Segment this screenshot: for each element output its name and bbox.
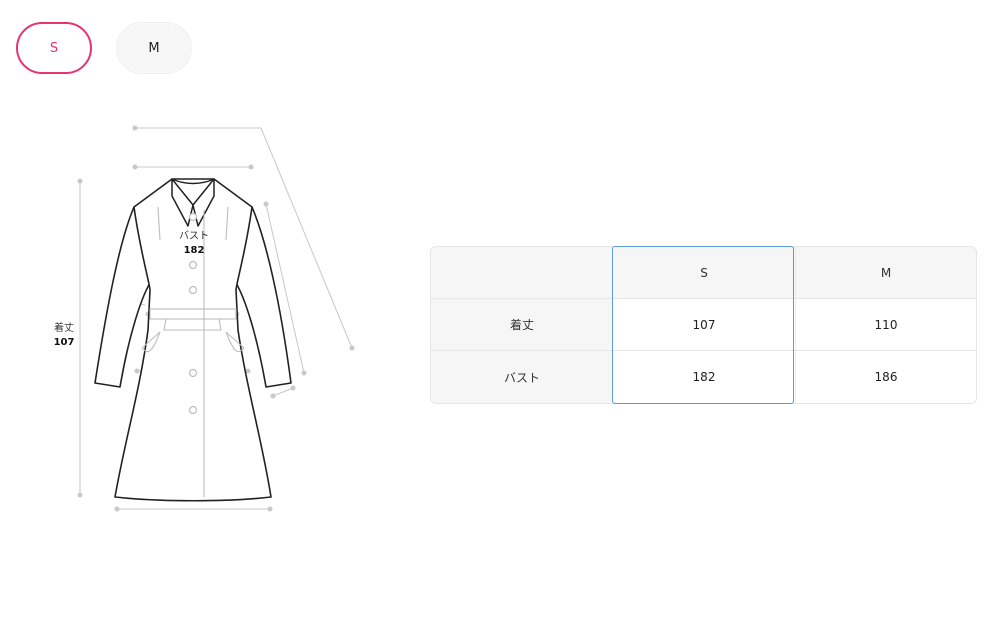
coat-illustration — [77, 125, 355, 512]
bust-label-value: 182 — [183, 245, 205, 256]
coat-measurement-diagram: バスト 182 着丈 107 — [0, 0, 400, 615]
bust-label-name: バスト — [179, 231, 209, 242]
length-label-value: 107 — [53, 337, 75, 348]
table-cell-length-s: 107 — [613, 299, 795, 351]
table-header-m[interactable]: M — [795, 247, 976, 299]
coat-outline — [94, 178, 292, 502]
table-cell-length-m: 110 — [795, 299, 976, 351]
table-corner-cell — [431, 247, 613, 299]
size-table: S M 着丈 107 110 バスト 182 186 — [430, 246, 977, 404]
table-cell-bust-m: 186 — [795, 351, 976, 403]
table-row-bust-label: バスト — [431, 351, 613, 403]
length-label: 着丈 107 — [46, 322, 82, 350]
length-label-name: 着丈 — [54, 323, 74, 334]
table-row-length-label: 着丈 — [431, 299, 613, 351]
table-header-s[interactable]: S — [613, 247, 795, 299]
bust-label: バスト 182 — [172, 230, 216, 258]
table-cell-bust-s: 182 — [613, 351, 795, 403]
